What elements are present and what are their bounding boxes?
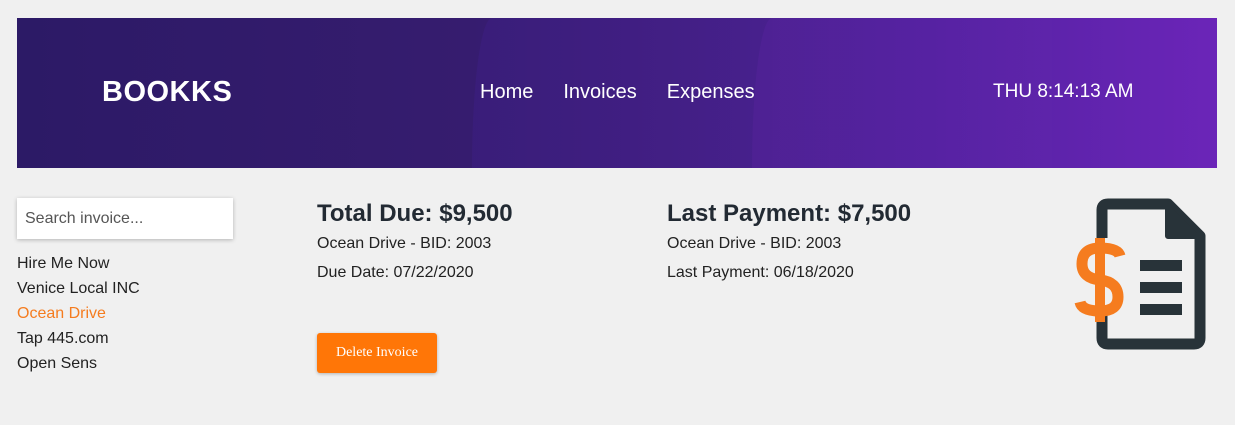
client-item-ocean-drive[interactable]: Ocean Drive	[17, 301, 140, 326]
last-payment-title: Last Payment: $7,500	[667, 200, 912, 227]
last-payment-date: Last Payment: 06/18/2020	[667, 264, 854, 281]
main-nav: Home Invoices Expenses	[480, 81, 755, 104]
client-item-venice-local-inc[interactable]: Venice Local INC	[17, 276, 140, 301]
brand-logo[interactable]: BOOKKS	[102, 76, 232, 109]
due-date: Due Date: 07/22/2020	[317, 264, 474, 281]
nav-home[interactable]: Home	[480, 81, 533, 104]
total-due-client-bid: Ocean Drive - BID: 2003	[317, 235, 492, 252]
top-header: BOOKKS Home Invoices Expenses THU 8:14:1…	[17, 18, 1217, 168]
clock-display: THU 8:14:13 AM	[993, 81, 1134, 102]
total-due-title: Total Due: $9,500	[317, 200, 513, 227]
client-list: Hire Me Now Venice Local INC Ocean Drive…	[17, 251, 140, 376]
search-input[interactable]	[17, 198, 233, 239]
delete-invoice-button[interactable]: Delete Invoice	[317, 333, 437, 373]
nav-invoices[interactable]: Invoices	[563, 81, 636, 104]
client-item-hire-me-now[interactable]: Hire Me Now	[17, 251, 140, 276]
nav-expenses[interactable]: Expenses	[667, 81, 755, 104]
last-payment-client-bid: Ocean Drive - BID: 2003	[667, 235, 842, 252]
client-item-open-sens[interactable]: Open Sens	[17, 351, 140, 376]
invoice-dollar-icon	[1074, 198, 1206, 350]
client-item-tap-445[interactable]: Tap 445.com	[17, 326, 140, 351]
